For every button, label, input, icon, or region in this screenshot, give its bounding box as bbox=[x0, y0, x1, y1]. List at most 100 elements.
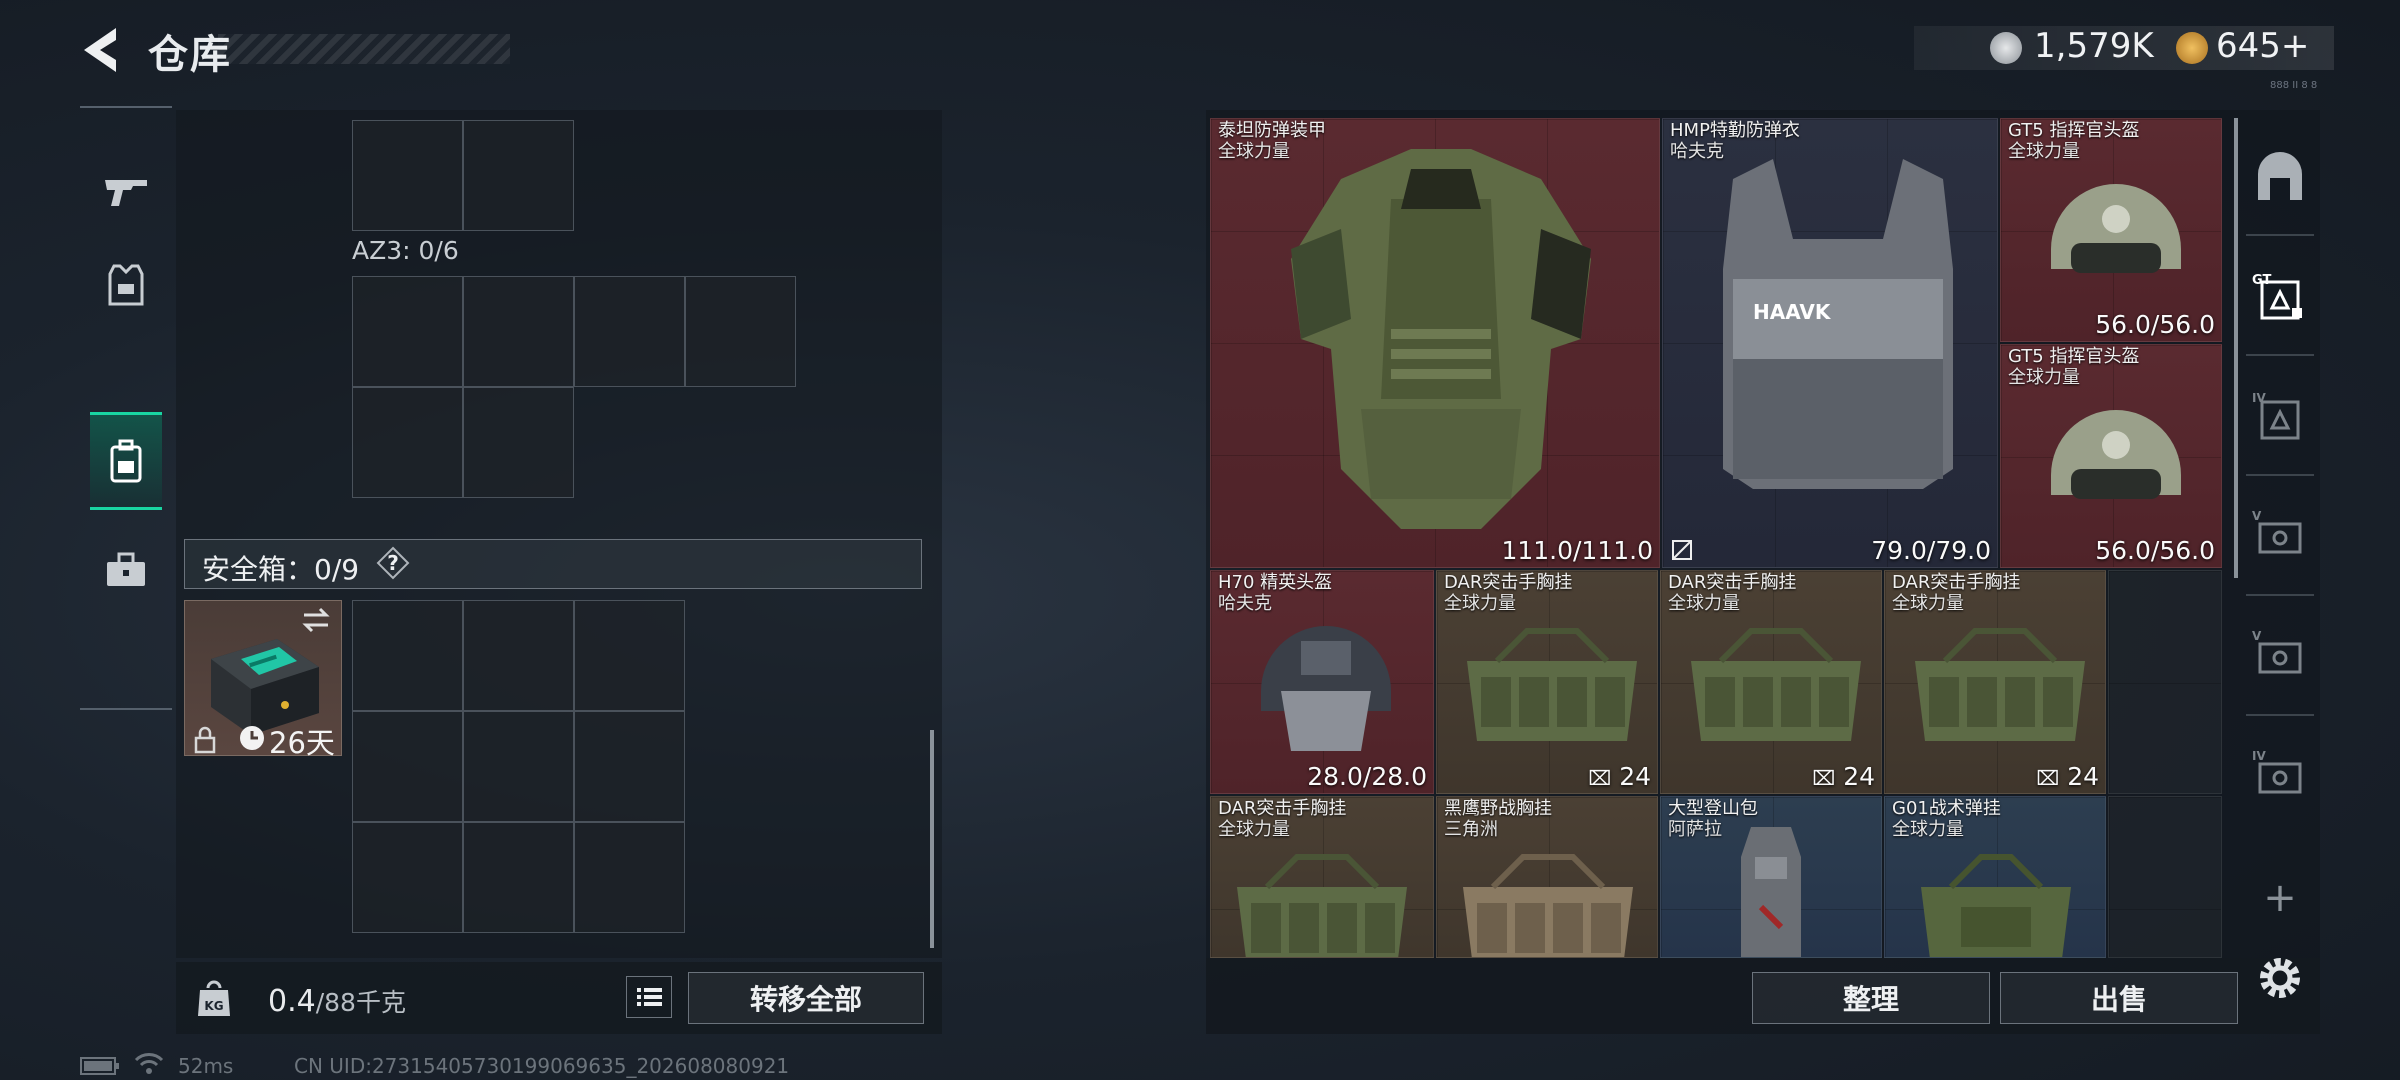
capacity-icon: ⌧ bbox=[2036, 766, 2060, 790]
grid-slot[interactable] bbox=[685, 276, 796, 387]
grid-slot[interactable] bbox=[574, 600, 685, 711]
grid-slot[interactable] bbox=[463, 387, 574, 498]
tab-items[interactable] bbox=[90, 524, 162, 616]
tier-label: V bbox=[2252, 629, 2262, 643]
item-dar-chest-rig[interactable]: DAR突击手胸挂 全球力量 ⌧ 24 bbox=[1884, 570, 2106, 794]
item-faction: 全球力量 bbox=[1668, 593, 1740, 614]
chest-rig-image bbox=[1467, 628, 1637, 741]
item-name: GT5 指挥官头盔 bbox=[2008, 120, 2140, 141]
item-dar-chest-rig[interactable]: DAR突击手胸挂 全球力量 ⌧ 24 bbox=[1436, 570, 1658, 794]
tier-5-container-icon[interactable]: V bbox=[2252, 506, 2308, 562]
tier-4-container-icon[interactable]: IV bbox=[2252, 388, 2308, 444]
item-h70-helmet[interactable]: H70 精英头盔 哈夫克 28.0/28.0 bbox=[1210, 570, 1434, 794]
gold-coin-icon bbox=[2176, 32, 2208, 64]
vest-icon bbox=[108, 264, 144, 306]
chest-rig-image bbox=[1691, 628, 1861, 741]
item-faction: 全球力量 bbox=[2008, 367, 2080, 388]
capacity-value: 24 bbox=[2067, 762, 2099, 791]
grid-slot[interactable] bbox=[352, 822, 463, 933]
swap-icon[interactable] bbox=[300, 606, 332, 634]
grid-slot[interactable] bbox=[463, 120, 574, 231]
wifi-icon bbox=[134, 1052, 164, 1076]
item-name: H70 精英头盔 bbox=[1218, 572, 1333, 593]
grid-slot[interactable] bbox=[574, 822, 685, 933]
currency-gold-amount[interactable]: 645+ bbox=[2216, 26, 2309, 66]
grid-slot[interactable] bbox=[463, 600, 574, 711]
item-durability: 28.0/28.0 bbox=[1307, 762, 1427, 791]
grid-slot[interactable] bbox=[574, 276, 685, 387]
empty-slot[interactable] bbox=[2108, 570, 2222, 794]
tab-armor[interactable] bbox=[90, 240, 162, 332]
backpack-icon bbox=[110, 439, 142, 483]
safebox-label: 安全箱：0/9 bbox=[202, 553, 360, 586]
grid-slot[interactable] bbox=[463, 276, 574, 387]
version-text: 888 II 8 8 bbox=[2270, 80, 2318, 91]
settings-gear-icon[interactable] bbox=[2252, 950, 2308, 1006]
capacity-value: 24 bbox=[1619, 762, 1651, 791]
item-durability: 111.0/111.0 bbox=[1501, 536, 1653, 565]
list-view-icon[interactable] bbox=[626, 976, 672, 1018]
item-dar-chest-rig[interactable]: DAR突击手胸挂 全球力量 ⌧ 24 bbox=[1660, 570, 1882, 794]
warehouse-home-icon[interactable] bbox=[2252, 150, 2308, 206]
chest-rig-image bbox=[1463, 854, 1633, 957]
item-faction: 阿萨拉 bbox=[1668, 819, 1722, 840]
uid-text: CN UID:2731540573019906963​5_20260808092… bbox=[294, 1054, 790, 1078]
capacity-value: 24 bbox=[1843, 762, 1875, 791]
item-name: DAR突击手胸挂 bbox=[1218, 798, 1347, 819]
help-icon[interactable]: ? bbox=[376, 546, 410, 580]
helmet-image bbox=[2051, 410, 2181, 499]
item-titan-armor[interactable]: 泰坦防弹装甲 全球力量 111.0/111.0 bbox=[1210, 118, 1660, 568]
organize-button[interactable]: 整理 bbox=[1752, 972, 1990, 1024]
item-capacity: ⌧ 24 bbox=[1812, 762, 1875, 791]
item-durability: 56.0/56.0 bbox=[2095, 536, 2215, 565]
tab-weapons[interactable] bbox=[90, 146, 162, 238]
expiry-days: 26天 bbox=[269, 726, 335, 760]
grid-slot[interactable] bbox=[463, 822, 574, 933]
weight-current: 0.4 bbox=[268, 984, 316, 1019]
briefcase-icon bbox=[107, 552, 145, 586]
item-gt5-helmet[interactable]: GT5 指挥官头盔 全球力量 56.0/56.0 bbox=[2000, 344, 2222, 568]
item-faction: 哈夫克 bbox=[1670, 141, 1724, 162]
title-decoration bbox=[218, 34, 510, 64]
item-faction: 三角洲 bbox=[1444, 819, 1498, 840]
tactical-rig-image bbox=[1921, 854, 2071, 957]
empty-slot[interactable] bbox=[2108, 796, 2222, 958]
tier-4-case-icon[interactable]: IV bbox=[2252, 746, 2308, 802]
left-scrollbar[interactable] bbox=[930, 730, 934, 948]
transfer-all-button[interactable]: 转移全部 bbox=[688, 972, 924, 1024]
grid-slot[interactable] bbox=[352, 387, 463, 498]
item-g01-tactical-rig[interactable]: G01战术弹挂 全球力量 bbox=[1884, 796, 2106, 958]
grid-slot[interactable] bbox=[352, 276, 463, 387]
sell-button[interactable]: 出售 bbox=[2000, 972, 2238, 1024]
item-hmp-vest[interactable]: HAAVK HMP特勤防弹衣 哈夫克 79.0/79.0 bbox=[1662, 118, 1998, 568]
grid-slot[interactable] bbox=[352, 120, 463, 231]
tier-label: V bbox=[2252, 509, 2262, 523]
item-large-backpack[interactable]: 大型登山包 阿萨拉 bbox=[1660, 796, 1882, 958]
grid-slot[interactable] bbox=[463, 711, 574, 822]
item-name: GT5 指挥官头盔 bbox=[2008, 346, 2140, 367]
item-capacity: ⌧ 24 bbox=[2036, 762, 2099, 791]
item-name: 黑鹰野战胸挂 bbox=[1444, 798, 1552, 819]
item-durability: 79.0/79.0 bbox=[1871, 536, 1991, 565]
grid-slot[interactable] bbox=[352, 600, 463, 711]
item-faction: 全球力量 bbox=[1892, 819, 1964, 840]
tier-5-container-icon[interactable]: V bbox=[2252, 626, 2308, 682]
gt-container-icon[interactable]: GT bbox=[2252, 268, 2308, 324]
item-dar-chest-rig[interactable]: DAR突击手胸挂 全球力量 bbox=[1210, 796, 1434, 958]
tier-label: IV bbox=[2252, 749, 2266, 763]
capacity-icon: ⌧ bbox=[1812, 766, 1836, 790]
item-blackhawk-chest-rig[interactable]: 黑鹰野战胸挂 三角洲 bbox=[1436, 796, 1658, 958]
grid-slot[interactable] bbox=[574, 711, 685, 822]
add-storage-button[interactable]: + bbox=[2252, 870, 2308, 926]
backpack-image bbox=[1741, 827, 1801, 957]
tab-containers[interactable] bbox=[90, 412, 162, 510]
back-arrow-icon[interactable] bbox=[78, 24, 122, 76]
item-gt5-helmet[interactable]: GT5 指挥官头盔 全球力量 56.0/56.0 bbox=[2000, 118, 2222, 342]
clock-icon bbox=[238, 724, 266, 752]
stash-scrollbar[interactable] bbox=[2234, 118, 2238, 578]
item-capacity: ⌧ 24 bbox=[1588, 762, 1651, 791]
grid-slot[interactable] bbox=[352, 711, 463, 822]
item-faction: 全球力量 bbox=[1892, 593, 1964, 614]
gun-icon bbox=[105, 180, 147, 206]
silver-coin-icon bbox=[1990, 32, 2022, 64]
